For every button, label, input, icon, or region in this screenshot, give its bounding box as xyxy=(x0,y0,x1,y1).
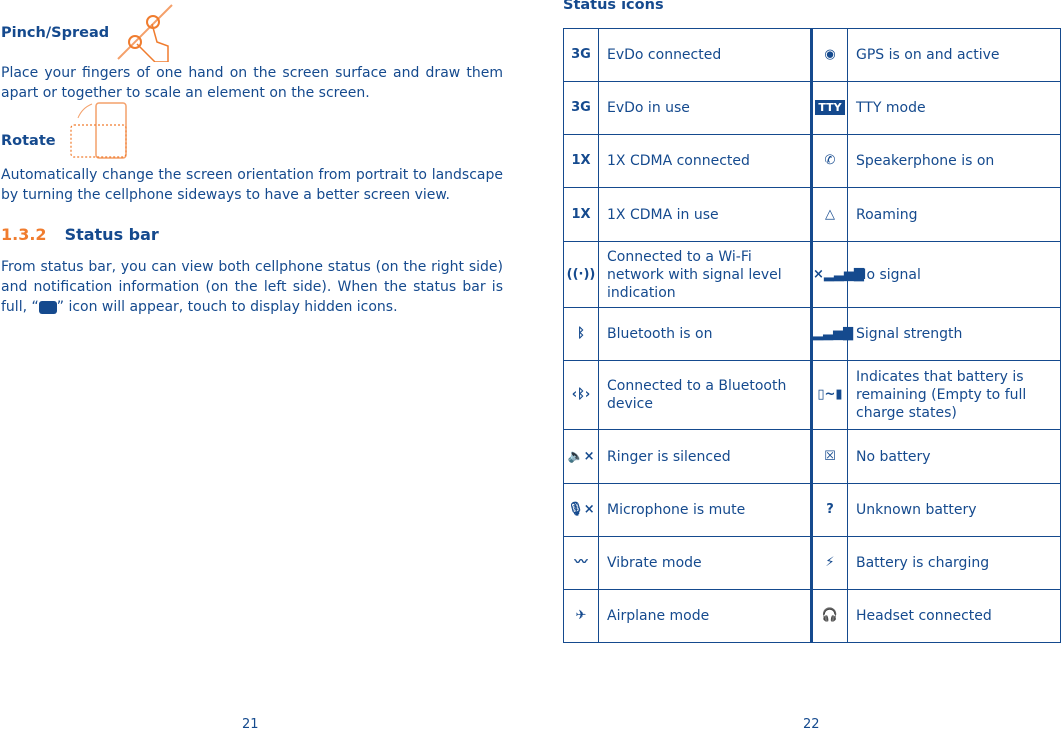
airplane-icon: ✈ xyxy=(563,589,599,643)
section-title: Status bar xyxy=(64,225,159,244)
status-description: Indicates that battery is remaining (Emp… xyxy=(847,360,1061,430)
1x-connected-icon: 1X xyxy=(563,134,599,188)
tty-icon: TTY xyxy=(810,81,848,135)
status-description: GPS is on and active xyxy=(847,28,1061,82)
status-icons-title: Status icons xyxy=(563,0,664,13)
status-description: Speakerphone is on xyxy=(847,134,1061,188)
gps-icon: ◉ xyxy=(810,28,848,82)
wifi-icon: ((·)) xyxy=(563,241,599,308)
vibrate-icon: 〰 xyxy=(563,536,599,590)
microphone-mute-icon: 🎙× xyxy=(563,483,599,537)
table-row: 3G EvDo connected ◉ GPS is on and active xyxy=(563,28,1061,82)
section-number: 1.3.2 xyxy=(1,225,47,244)
no-battery-icon: ☒ xyxy=(810,429,848,484)
bluetooth-icon: ᛒ xyxy=(563,307,599,361)
battery-levels-icon: ▯~▮ xyxy=(810,360,848,430)
status-description: Ringer is silenced xyxy=(598,429,812,484)
status-description: No battery xyxy=(847,429,1061,484)
bluetooth-connected-icon: ‹ᛒ› xyxy=(563,360,599,430)
status-description: TTY mode xyxy=(847,81,1061,135)
hidden-icons-icon xyxy=(38,300,57,314)
no-signal-icon: ×▂▃▅▇ xyxy=(810,241,864,308)
status-description: Microphone is mute xyxy=(598,483,812,537)
status-description: Bluetooth is on xyxy=(598,307,812,361)
table-row: 1X 1X CDMA connected ✆ Speakerphone is on xyxy=(563,134,1061,188)
status-description: Roaming xyxy=(847,187,1061,242)
status-bar-text: From status bar, you can view both cellp… xyxy=(1,257,503,317)
1x-in-use-icon: 1X xyxy=(563,187,599,242)
rotate-text: Automatically change the screen orientat… xyxy=(1,167,503,203)
status-description: 1X CDMA connected xyxy=(598,134,812,188)
tty-label: TTY xyxy=(815,100,845,115)
status-description: Headset connected xyxy=(847,589,1061,643)
status-text-part2: ” icon will appear, touch to display hid… xyxy=(56,299,398,315)
page-number-right: 22 xyxy=(803,717,820,732)
table-row: 1X 1X CDMA in use △ Roaming xyxy=(563,187,1061,242)
status-description: Airplane mode xyxy=(598,589,812,643)
table-row: 🔈× Ringer is silenced ☒ No battery xyxy=(563,429,1061,484)
rotate-title: Rotate xyxy=(1,133,56,149)
battery-charging-icon: ⚡ xyxy=(810,536,848,590)
rotate-icon xyxy=(70,102,127,159)
status-description: Unknown battery xyxy=(847,483,1061,537)
table-row: ‹ᛒ› Connected to a Bluetooth device ▯~▮ Ind… xyxy=(563,360,1061,430)
speakerphone-icon: ✆ xyxy=(810,134,848,188)
table-row: ✈ Airplane mode 🎧 Headset connected xyxy=(563,589,1061,643)
status-description: 1X CDMA in use xyxy=(598,187,812,242)
pinch-title: Pinch/Spread xyxy=(1,25,110,41)
table-row: 3G EvDo in use TTY TTY mode xyxy=(563,81,1061,135)
roaming-icon: △ xyxy=(810,187,848,242)
status-description: Connected to a Bluetooth device xyxy=(598,360,812,430)
status-description: Vibrate mode xyxy=(598,536,812,590)
headset-icon: 🎧 xyxy=(810,589,848,643)
3g-connected-icon: 3G xyxy=(563,28,599,82)
table-row: ((·)) Connected to a Wi-Fi network with s… xyxy=(563,241,1061,308)
status-description: Signal strength xyxy=(847,307,1061,361)
status-description: EvDo connected xyxy=(598,28,812,82)
status-description: EvDo in use xyxy=(598,81,812,135)
status-description: No signal xyxy=(847,241,1061,308)
page-number-left: 21 xyxy=(242,717,259,732)
table-row: 〰 Vibrate mode ⚡ Battery is charging xyxy=(563,536,1061,590)
table-row: 🎙× Microphone is mute? Unknown battery xyxy=(563,483,1061,537)
3g-in-use-icon: 3G xyxy=(563,81,599,135)
status-description: Battery is charging xyxy=(847,536,1061,590)
ringer-silenced-icon: 🔈× xyxy=(563,429,599,484)
pinch-text: Place your fingers of one hand on the sc… xyxy=(1,65,503,101)
section-heading: 1.3.2 Status bar xyxy=(1,225,159,244)
signal-strength-icon: ▂▃▅▇ xyxy=(810,307,853,361)
unknown-battery-icon: ? xyxy=(810,483,848,537)
pinch-gesture-icon xyxy=(117,4,173,62)
table-row: ᛒ Bluetooth is on ▂▃▅▇ Signal strength xyxy=(563,307,1061,361)
status-icons-table: 3G EvDo connected ◉ GPS is on and active 3G E… xyxy=(563,28,1061,643)
status-description: Connected to a Wi-Fi network with signal… xyxy=(598,241,812,308)
